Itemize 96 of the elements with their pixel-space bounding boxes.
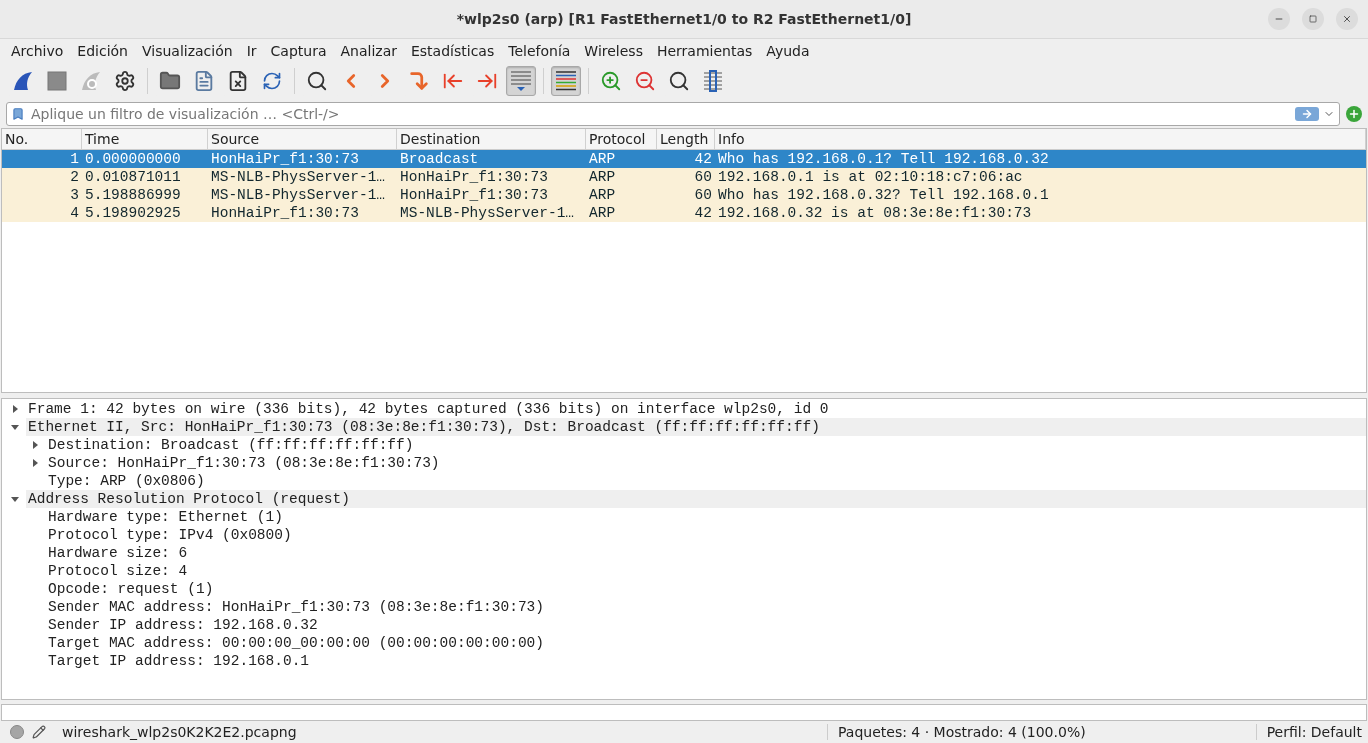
reload-icon [262,70,282,91]
apply-filter-button[interactable] [1295,106,1319,121]
table-cell-text: 5.198886999 [84,185,182,204]
table-cell-text: 192.168.0.1 is at 02:10:18:c7:06:ac [717,167,1024,186]
table-cell-text: HonHaiPr_f1:30:73 [399,185,549,204]
menu-item[interactable]: Herramientas [649,40,760,61]
menu-item[interactable]: Visualización [135,40,240,61]
table-cell-text: Broadcast [399,149,480,168]
edit-icon[interactable] [32,725,46,740]
detail-line[interactable]: Source: HonHaiPr_f1:30:73 (08:3e:8e:f1:30:73) [46,453,1366,472]
menu-item[interactable]: Estadísticas [404,40,502,61]
caret-right-icon [11,404,19,413]
window-title: *wlp2s0 (arp) [R1 FastEthernet1/0 to R2 FastEthernet1/0] [456,10,912,27]
colorize-icon [554,68,578,93]
table-cell-text: 60 [693,167,713,186]
arrow-right-icon [1301,107,1313,120]
zoom-in-icon [600,69,622,92]
detail-line[interactable]: Opcode: request (1) [46,579,1366,598]
menu-item[interactable]: Telefonía [501,40,578,61]
jump-arrow-icon [408,69,430,92]
detail-line[interactable]: Sender MAC address: HonHaiPr_f1:30:73 (08:3e:8e:f1:30:73) [46,597,1366,616]
status-led-icon [10,725,24,740]
menu-item[interactable]: Ayuda [759,40,817,61]
close-icon [1342,14,1352,24]
table-cell-text: HonHaiPr_f1:30:73 [399,167,549,186]
table-cell-text: 0.000000000 [84,149,182,168]
filter-field[interactable]: Aplique un filtro de visualización … <Ctrl-/> [6,101,1340,126]
column-header[interactable]: No. [2,128,82,149]
table-cell-text: 2 [69,167,80,186]
table-cell-text: 5.198902925 [84,203,182,222]
packet-count: Paquetes: 4 · Mostrado: 4 (100.0%) [838,724,1086,741]
detail-line[interactable]: Protocol size: 4 [46,561,1366,580]
table-cell-text: MS-NLB-PhysServer-1… [399,203,576,222]
toolbar-button[interactable] [551,65,581,96]
table-cell-text: ARP [588,149,617,168]
profile-label: Perfil: Default [1266,724,1362,741]
table-cell-text: HonHaiPr_f1:30:73 [210,149,360,168]
maximize-button[interactable] [1302,8,1324,30]
zoom-reset-icon [668,69,690,92]
column-header[interactable]: Protocol [586,128,657,149]
stop-icon [47,70,67,91]
table-cell-text: MS-NLB-PhysServer-1… [210,185,387,204]
column-header[interactable]: Destination [397,128,586,149]
folder-icon [159,69,181,92]
menu-item[interactable]: Edición [70,40,135,61]
menu-item[interactable]: Analizar [333,40,404,61]
menu-item[interactable]: Captura [263,40,334,61]
menu-item[interactable]: Wireless [577,40,650,61]
detail-line[interactable]: Destination: Broadcast (ff:ff:ff:ff:ff:ff) [46,435,1366,454]
detail-line[interactable]: Hardware size: 6 [46,543,1366,562]
detail-line[interactable]: Target MAC address: 00:00:00_00:00:00 (00:00:00:00:00:00) [46,633,1366,652]
table-cell-text: Who has 192.168.0.32? Tell 192.168.0.1 [717,185,1050,204]
table-cell-text: Who has 192.168.0.1? Tell 192.168.0.32 [717,149,1050,168]
caret-down-icon [11,494,19,503]
plus-icon [1348,107,1360,120]
caret-down-icon [11,422,19,431]
bookmark-icon [11,106,25,121]
detail-line[interactable]: Type: ARP (0x0806) [46,471,1366,490]
column-header[interactable]: Info [715,128,1366,149]
detail-line[interactable]: Frame 1: 42 bytes on wire (336 bits), 42 bytes captured (336 bits) on interface wlp2s0, id 0 [26,399,1366,418]
table-cell-text: ARP [588,185,617,204]
add-filter-button[interactable] [1346,105,1362,122]
zoom-out-icon [634,69,656,92]
table-cell-text: ARP [588,203,617,222]
table-cell-text: 1 [69,149,80,168]
column-header[interactable]: Source [208,128,397,149]
detail-line[interactable]: Target IP address: 192.168.0.1 [46,651,1366,670]
close-file-icon [227,69,249,92]
table-cell-text: 0.010871011 [84,167,182,186]
table-cell-text: 3 [69,185,80,204]
column-header[interactable]: Time [82,128,208,149]
table-cell-text: 42 [693,149,713,168]
detail-line[interactable]: Protocol type: IPv4 (0x0800) [46,525,1366,544]
table-cell-text: HonHaiPr_f1:30:73 [210,203,360,222]
menu-item[interactable]: Archivo [4,40,71,61]
capture-file-name: wireshark_wlp2s0K2K2E2.pcapng [62,724,297,741]
close-button[interactable] [1336,8,1358,30]
table-cell-text: 4 [69,203,80,222]
detail-line[interactable]: Hardware type: Ethernet (1) [46,507,1366,526]
detail-line[interactable]: Sender IP address: 192.168.0.32 [46,615,1366,634]
table-cell-text: ARP [588,167,617,186]
maximize-icon [1309,15,1317,23]
table-cell-text: 42 [693,203,713,222]
shark-fin-icon [12,69,34,92]
auto-scroll-icon [509,68,533,93]
resize-columns-icon [702,69,724,92]
column-header[interactable]: Length [657,128,715,149]
minimize-button[interactable] [1268,8,1290,30]
search-icon [306,69,328,92]
filter-input[interactable]: Aplique un filtro de visualización … <Ctrl-/> [29,104,1291,123]
menu-item[interactable]: Ir [239,40,264,61]
settings-icon [114,69,136,92]
table-cell-text: MS-NLB-PhysServer-1… [210,167,387,186]
table-cell-text: 192.168.0.32 is at 08:3e:8e:f1:30:73 [717,203,1033,222]
table-cell-text: 60 [693,185,713,204]
fin-restart-icon [80,69,102,92]
